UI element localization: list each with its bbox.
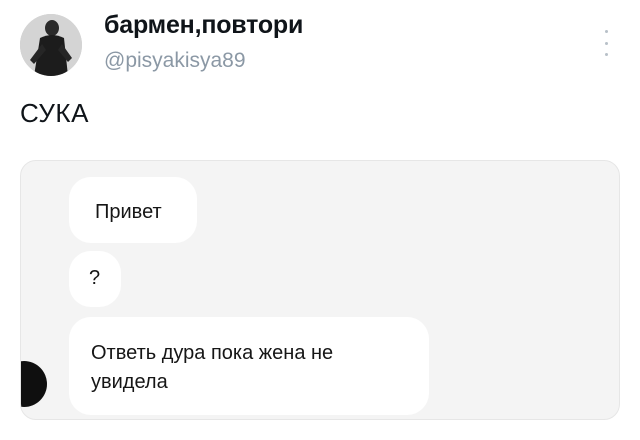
message-text: Ответь дура пока жена не увидела bbox=[91, 342, 334, 393]
user-handle[interactable]: @pisyakisya89 bbox=[104, 49, 246, 73]
tweet: бармен,повтори @pisyakisya89 СУКА Привет… bbox=[0, 0, 640, 440]
message-bubble: ? bbox=[69, 251, 121, 307]
profile-avatar[interactable] bbox=[20, 14, 82, 76]
message-text: Привет bbox=[95, 201, 162, 223]
profile-photo-figure bbox=[20, 14, 82, 76]
tweet-media-image[interactable]: Привет ? Ответь дура пока жена не увидел… bbox=[20, 160, 620, 420]
sender-avatar bbox=[21, 361, 47, 407]
more-vertical-icon bbox=[604, 30, 608, 33]
tweet-text: СУКА bbox=[20, 98, 89, 128]
more-options-button[interactable] bbox=[596, 28, 616, 58]
display-name[interactable]: бармен,повтори bbox=[104, 11, 303, 40]
message-bubble: Ответь дура пока жена не увидела bbox=[69, 317, 429, 415]
message-bubble: Привет bbox=[69, 177, 197, 243]
message-text: ? bbox=[89, 267, 101, 289]
